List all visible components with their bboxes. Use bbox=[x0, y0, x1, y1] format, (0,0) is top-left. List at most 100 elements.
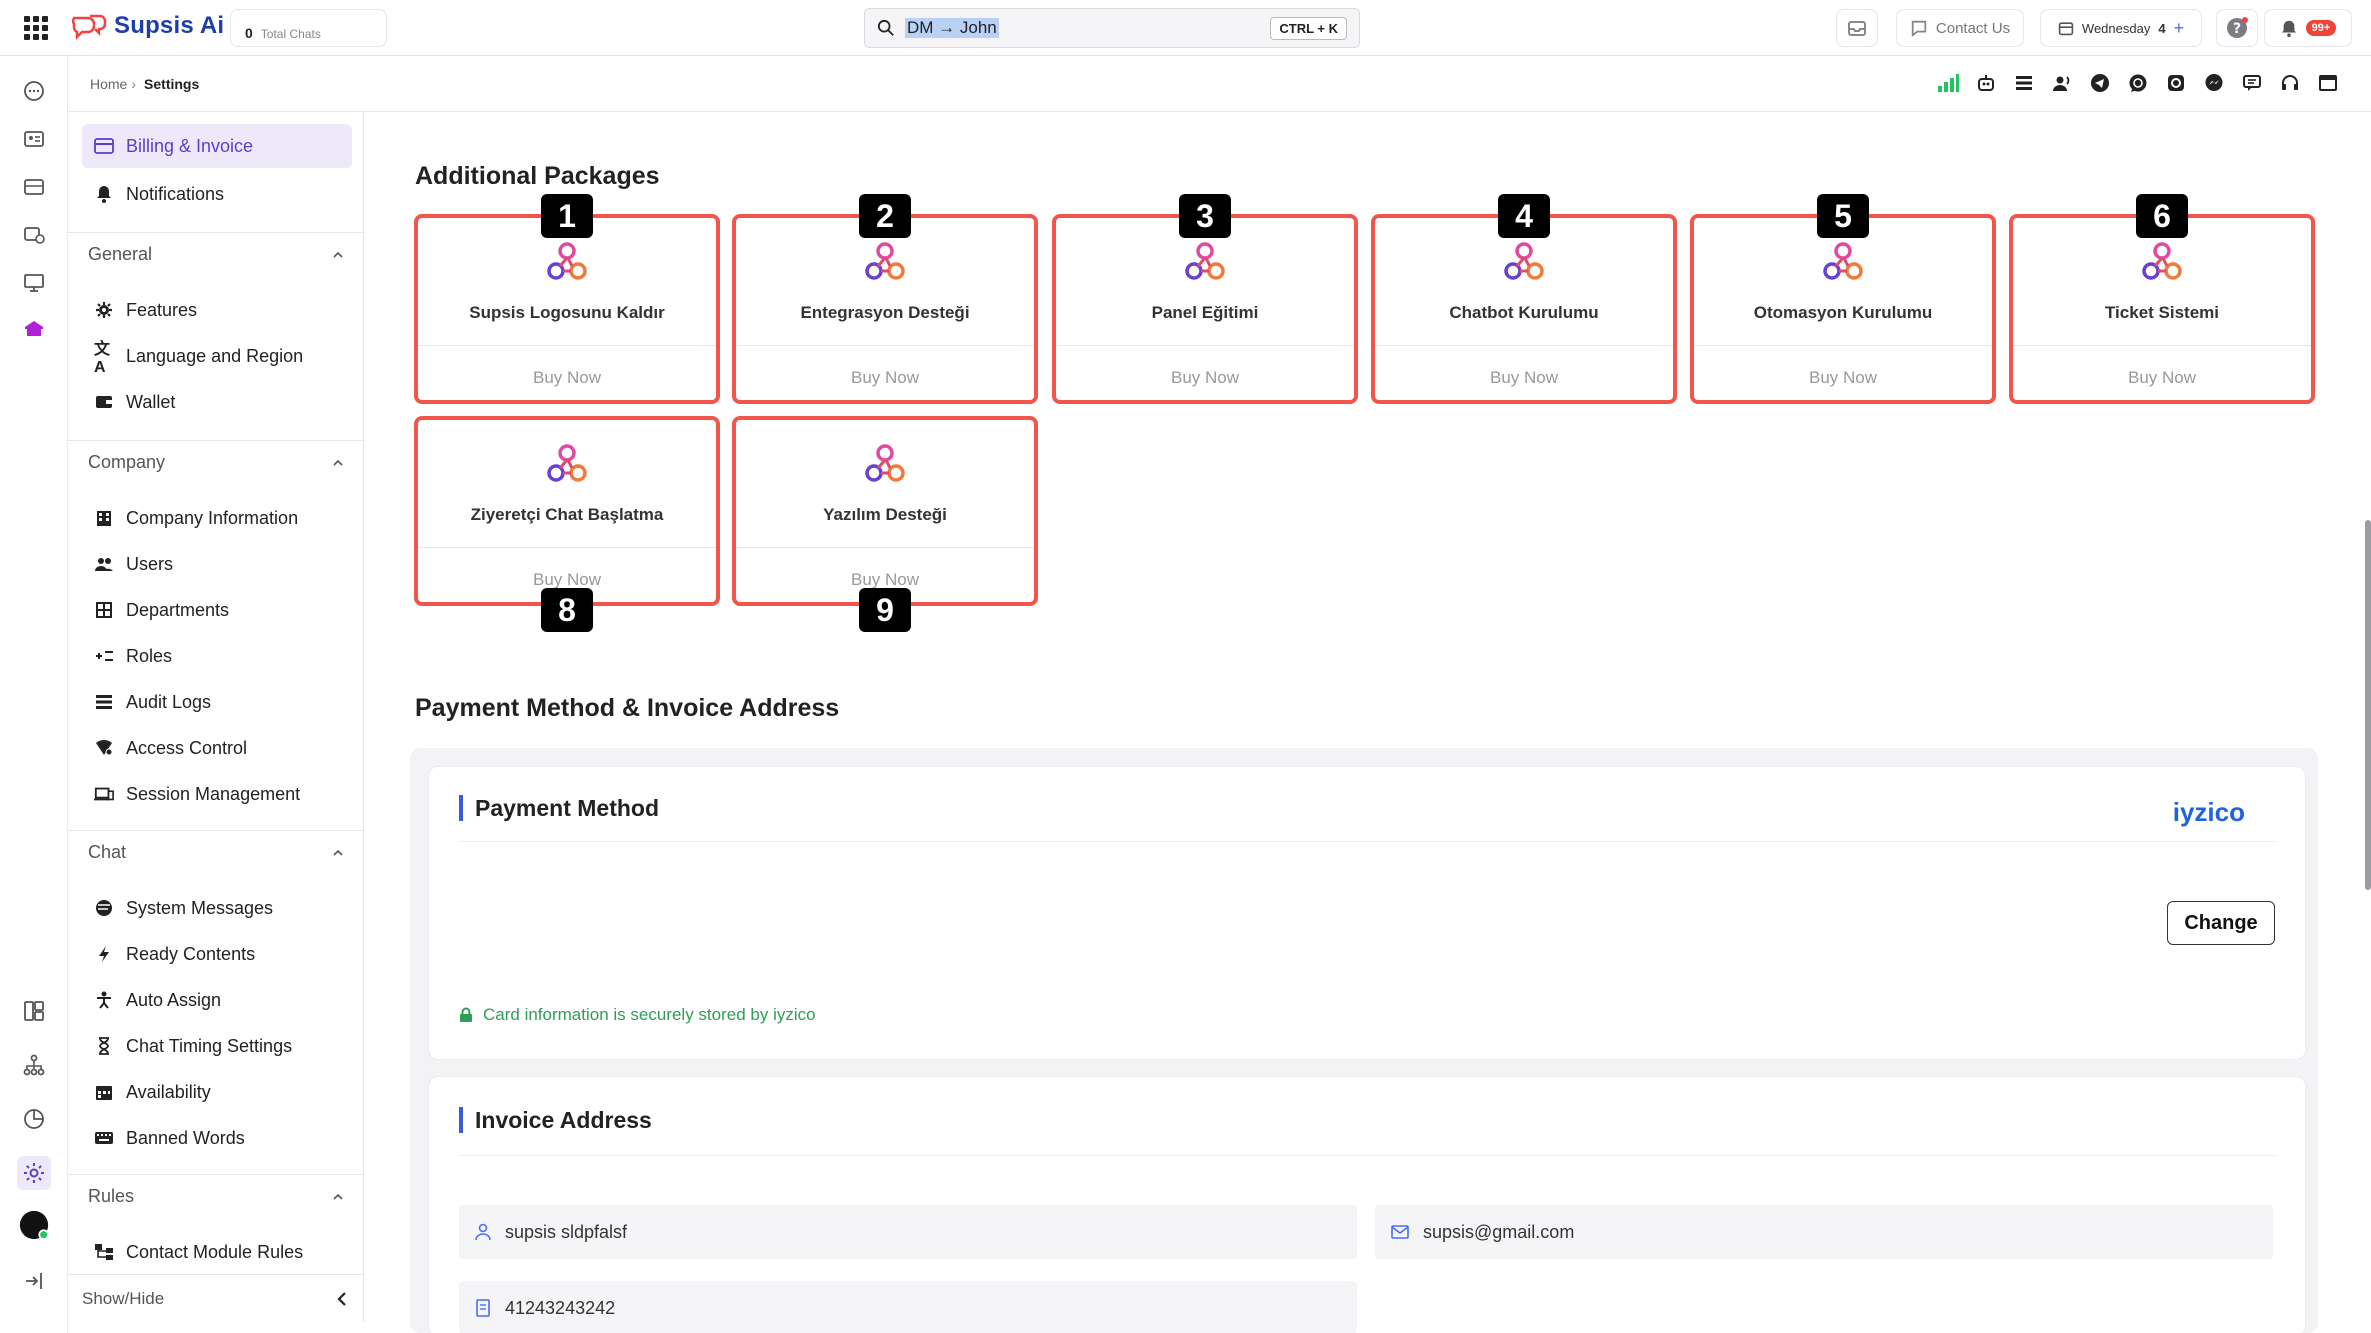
package-card[interactable]: Supsis Logosunu Kaldır Buy Now bbox=[414, 214, 720, 404]
total-chats-value: 0 bbox=[245, 25, 253, 41]
sidebar-item-banned-words[interactable]: Banned Words bbox=[82, 1116, 352, 1160]
signal-bars-icon[interactable] bbox=[1937, 72, 1959, 94]
section-chat-header[interactable]: Chat bbox=[68, 830, 363, 874]
package-card[interactable]: Yazılım Desteği Buy Now bbox=[732, 416, 1038, 606]
window-icon[interactable] bbox=[2317, 72, 2339, 94]
section-rules-header[interactable]: Rules bbox=[68, 1174, 363, 1218]
reports-rail-icon[interactable] bbox=[19, 1104, 49, 1134]
messenger-icon[interactable] bbox=[2203, 72, 2225, 94]
monitor-rail-icon[interactable] bbox=[19, 268, 49, 298]
package-card[interactable]: Panel Eğitimi Buy Now bbox=[1052, 214, 1358, 404]
apps-grid-icon[interactable] bbox=[24, 16, 48, 40]
sidebar-item-departments[interactable]: Departments bbox=[82, 588, 352, 632]
archive-rail-icon[interactable] bbox=[19, 172, 49, 202]
sidebar-item-billing-invoice[interactable]: Billing & Invoice bbox=[82, 124, 352, 168]
page-scrollbar[interactable] bbox=[2365, 520, 2371, 890]
inbox-icon bbox=[1848, 21, 1866, 36]
date-widget[interactable]: Wednesday 4 + bbox=[2040, 9, 2202, 47]
buy-now-button[interactable]: Buy Now bbox=[1056, 368, 1354, 388]
telegram-icon[interactable] bbox=[2089, 72, 2111, 94]
rules-icon bbox=[94, 1242, 114, 1262]
help-icon: ? bbox=[2227, 17, 2248, 38]
sidebar-item-label: Company Information bbox=[126, 507, 299, 528]
package-card[interactable]: Otomasyon Kurulumu Buy Now bbox=[1690, 214, 1996, 404]
list-icon[interactable] bbox=[2013, 72, 2035, 94]
automation-rail-icon[interactable] bbox=[19, 220, 49, 250]
help-button[interactable]: ? bbox=[2216, 9, 2258, 47]
chat-widget-icon[interactable] bbox=[2241, 72, 2263, 94]
sidebar-item-contact-module-rules[interactable]: Contact Module Rules bbox=[82, 1230, 352, 1274]
contact-us-button[interactable]: Contact Us bbox=[1896, 9, 2024, 47]
search-input[interactable]: DM → John CTRL + K bbox=[864, 8, 1360, 48]
headset-icon[interactable] bbox=[2279, 72, 2301, 94]
invoice-name-field[interactable]: supsis sldpfalsf bbox=[459, 1205, 1357, 1259]
app-logo[interactable]: Supsis Ai bbox=[70, 12, 224, 40]
sidebar-item-chat-timing[interactable]: Chat Timing Settings bbox=[82, 1024, 352, 1068]
sidebar-item-company-information[interactable]: Company Information bbox=[82, 496, 352, 540]
buy-now-button[interactable]: Buy Now bbox=[1375, 368, 1673, 388]
sidebar-item-access-control[interactable]: Access Control bbox=[82, 726, 352, 770]
section-company-header[interactable]: Company bbox=[68, 440, 363, 484]
buy-now-button[interactable]: Buy Now bbox=[418, 368, 716, 388]
person-icon bbox=[94, 990, 114, 1010]
show-hide-toggle[interactable]: Show/Hide bbox=[68, 1274, 364, 1322]
webhook-icon bbox=[542, 238, 592, 288]
webhook-icon bbox=[2137, 238, 2187, 288]
layout-rail-icon[interactable] bbox=[19, 996, 49, 1026]
instagram-icon[interactable] bbox=[2165, 72, 2187, 94]
bot-icon[interactable] bbox=[1975, 72, 1997, 94]
channel-icons bbox=[1937, 72, 2339, 94]
sidebar-item-audit-logs[interactable]: Audit Logs bbox=[82, 680, 352, 724]
settings-rail-icon[interactable] bbox=[17, 1156, 51, 1190]
whatsapp-icon[interactable] bbox=[2127, 72, 2149, 94]
package-card[interactable]: Ticket Sistemi Buy Now bbox=[2009, 214, 2315, 404]
sidebar-item-auto-assign[interactable]: Auto Assign bbox=[82, 978, 352, 1022]
sidebar-item-label: Banned Words bbox=[126, 1127, 245, 1148]
section-general-header[interactable]: General bbox=[68, 232, 363, 276]
add-event-icon[interactable]: + bbox=[2174, 18, 2185, 39]
sidebar-item-features[interactable]: Features bbox=[82, 288, 352, 332]
invoice-name-value: supsis sldpfalsf bbox=[505, 1221, 628, 1242]
package-name: Otomasyon Kurulumu bbox=[1753, 303, 1933, 322]
hierarchy-rail-icon[interactable] bbox=[19, 1050, 49, 1080]
breadcrumb-home[interactable]: Home bbox=[90, 76, 127, 92]
sidebar-item-notifications[interactable]: Notifications bbox=[82, 172, 352, 216]
store-rail-icon[interactable] bbox=[19, 314, 49, 344]
number-badge: 5 bbox=[1817, 194, 1869, 238]
buy-now-button[interactable]: Buy Now bbox=[736, 368, 1034, 388]
divider bbox=[2013, 345, 2311, 346]
logout-rail-icon[interactable] bbox=[19, 1266, 49, 1296]
sidebar-item-availability[interactable]: Availability bbox=[82, 1070, 352, 1114]
sidebar-item-ready-contents[interactable]: Ready Contents bbox=[82, 932, 352, 976]
sidebar-item-system-messages[interactable]: System Messages bbox=[82, 886, 352, 930]
number-badge: 9 bbox=[859, 588, 911, 632]
users-voice-icon[interactable] bbox=[2051, 72, 2073, 94]
sidebar-item-users[interactable]: Users bbox=[82, 542, 352, 586]
buy-now-button[interactable]: Buy Now bbox=[2013, 368, 2311, 388]
sidebar-item-wallet[interactable]: Wallet bbox=[82, 380, 352, 424]
inbox-button[interactable] bbox=[1836, 9, 1878, 47]
package-card[interactable]: Entegrasyon Desteği Buy Now bbox=[732, 214, 1038, 404]
total-chats-counter[interactable]: 0 Total Chats bbox=[230, 9, 387, 47]
contacts-rail-icon[interactable] bbox=[19, 124, 49, 154]
chats-rail-icon[interactable] bbox=[19, 76, 49, 106]
change-payment-button[interactable]: Change bbox=[2167, 901, 2275, 945]
package-card[interactable]: Chatbot Kurulumu Buy Now bbox=[1371, 214, 1677, 404]
section-title: Chat bbox=[88, 842, 127, 862]
invoice-email-field[interactable]: supsis@gmail.com bbox=[1375, 1205, 2273, 1259]
notifications-button[interactable]: 99+ bbox=[2264, 9, 2352, 47]
wallet-icon bbox=[94, 392, 114, 412]
invoice-taxid-field[interactable]: 41243243242 bbox=[459, 1281, 1357, 1333]
package-name: Ziyeretçi Chat Başlatma bbox=[470, 505, 664, 524]
buy-now-button[interactable]: Buy Now bbox=[736, 570, 1034, 590]
number-badge: 2 bbox=[859, 194, 911, 238]
user-avatar[interactable] bbox=[19, 1210, 49, 1240]
sidebar-item-roles[interactable]: Roles bbox=[82, 634, 352, 678]
shield-icon bbox=[94, 738, 114, 758]
package-card[interactable]: Ziyeretçi Chat Başlatma Buy Now bbox=[414, 416, 720, 606]
sidebar-item-language-region[interactable]: 文A Language and Region bbox=[82, 334, 352, 378]
buy-now-button[interactable]: Buy Now bbox=[1694, 368, 1992, 388]
sidebar-item-label: Departments bbox=[126, 599, 230, 620]
sidebar-item-session-management[interactable]: Session Management bbox=[82, 772, 352, 816]
buy-now-button[interactable]: Buy Now bbox=[418, 570, 716, 590]
